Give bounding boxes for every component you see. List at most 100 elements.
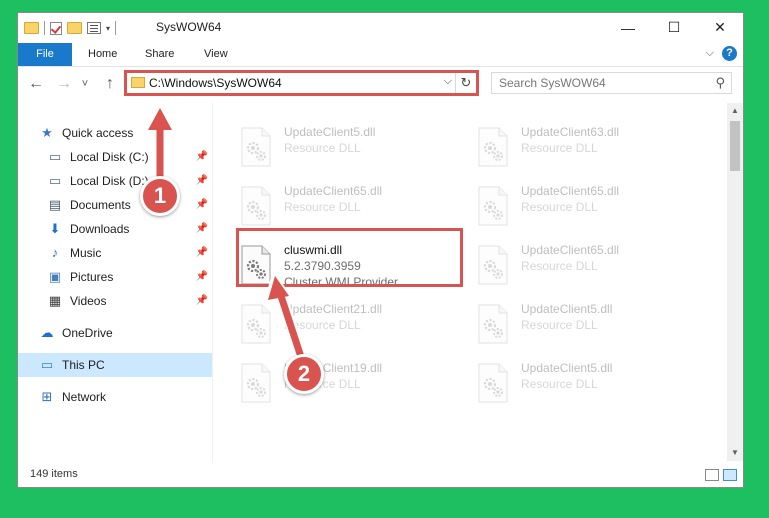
sidebar-item[interactable]: ⊞ Network <box>18 385 212 409</box>
pictures-icon: ▣ <box>48 269 62 284</box>
sidebar-item-label: Local Disk (C:) <box>70 150 149 164</box>
step-badge-1: 1 <box>140 176 180 216</box>
expand-ribbon-icon[interactable]: ⌵ <box>706 47 714 60</box>
search-icon[interactable]: ⚲ <box>715 75 725 91</box>
explorer-window: ▾ SysWOW64 — ☐ ✕ File Home Share View ⌵ … <box>17 12 744 488</box>
file-name: UpdateClient65.dll <box>521 184 620 198</box>
file-item[interactable]: UpdateClient19.dll Resource DLL <box>216 357 446 415</box>
file-detail: Resource DLL <box>521 200 598 214</box>
dll-file-icon <box>240 186 272 226</box>
toolbar-separator <box>44 21 45 35</box>
address-dropdown-icon[interactable]: ⌵ <box>444 75 452 88</box>
back-button[interactable]: ← <box>26 74 46 94</box>
file-item[interactable]: UpdateClient5.dll Resource DLL <box>453 357 683 415</box>
sidebar-item[interactable]: ▭ This PC <box>18 353 212 377</box>
file-name: cluswmi.dll <box>284 243 343 257</box>
details-view-button[interactable] <box>705 469 719 481</box>
document-icon: ▤ <box>48 197 62 212</box>
properties-check-icon[interactable] <box>50 21 62 35</box>
network-icon: ⊞ <box>41 389 53 404</box>
window-title: SysWOW64 <box>156 20 222 34</box>
file-item[interactable]: UpdateClient63.dll Resource DLL <box>453 121 683 179</box>
large-icons-view-button[interactable] <box>723 469 737 481</box>
folder-icon <box>131 77 145 88</box>
pin-icon[interactable]: 📌 <box>196 241 208 265</box>
drive-icon: ▭ <box>48 173 62 188</box>
sidebar-item-label: Local Disk (D:) <box>70 174 149 188</box>
sidebar-item[interactable]: ▭ Local Disk (D:) 📌 <box>18 169 212 193</box>
up-button[interactable]: ↑ <box>100 74 120 94</box>
file-name: UpdateClient5.dll <box>521 361 613 375</box>
sidebar-item[interactable]: ▣ Pictures 📌 <box>18 265 212 289</box>
file-item[interactable]: UpdateClient5.dll Resource DLL <box>216 121 446 179</box>
window-controls: — ☐ ✕ <box>605 13 743 42</box>
navigation-bar: ← → ˅ ↑ C:\Windows\SysWOW64 ⌵ ↻ Search S… <box>18 68 743 99</box>
tab-share[interactable]: Share <box>135 43 184 66</box>
address-bar[interactable]: C:\Windows\SysWOW64 ⌵ ↻ <box>126 72 477 94</box>
file-item[interactable]: UpdateClient65.dll Resource DLL <box>453 239 683 297</box>
address-path[interactable]: C:\Windows\SysWOW64 <box>149 76 282 90</box>
refresh-button[interactable]: ↻ <box>455 73 476 93</box>
file-item[interactable]: UpdateClient65.dll Resource DLL <box>216 180 446 238</box>
file-item[interactable]: UpdateClient21.dll Resource DLL <box>216 298 446 356</box>
forward-button[interactable]: → <box>54 74 74 94</box>
toolbar-dropdown-icon[interactable]: ▾ <box>106 24 110 33</box>
minimize-button[interactable]: — <box>605 13 651 42</box>
sidebar-item[interactable]: ⬇ Downloads 📌 <box>18 217 212 241</box>
folder-icon <box>24 22 39 34</box>
pin-icon[interactable]: 📌 <box>196 193 208 217</box>
search-box[interactable]: Search SysWOW64 ⚲ <box>491 72 732 94</box>
dll-file-icon <box>240 127 272 167</box>
sidebar-item-label: Quick access <box>62 126 134 140</box>
close-button[interactable]: ✕ <box>697 13 743 42</box>
sidebar-item-label: Pictures <box>70 270 114 284</box>
pin-icon[interactable]: 📌 <box>196 217 208 241</box>
file-list: UpdateClient5.dll Resource DLL UpdateClien… <box>216 103 727 461</box>
sidebar-item-label: This PC <box>62 358 105 372</box>
tab-home[interactable]: Home <box>78 43 127 66</box>
step-badge-2: 2 <box>284 354 324 394</box>
vertical-scrollbar[interactable]: ▲ ▼ <box>727 103 743 461</box>
file-item[interactable]: UpdateClient5.dll Resource DLL <box>453 298 683 356</box>
navigation-pane: ★ Quick access ▭ Local Disk (C:) 📌 ▭ Local Dis… <box>18 103 212 463</box>
sidebar-item[interactable]: ▦ Videos 📌 <box>18 289 212 313</box>
pin-icon[interactable]: 📌 <box>196 145 208 169</box>
toolbar-separator <box>115 21 117 35</box>
quick-access-toolbar: ▾ <box>24 19 117 37</box>
dll-file-icon <box>477 304 509 344</box>
sidebar-item[interactable]: ☁ OneDrive <box>18 321 212 345</box>
sidebar-item[interactable]: ▤ Documents 📌 <box>18 193 212 217</box>
pin-icon[interactable]: 📌 <box>196 169 208 193</box>
help-icon[interactable]: ? <box>722 46 737 61</box>
pin-icon[interactable]: 📌 <box>196 265 208 289</box>
cloud-icon: ☁ <box>40 325 54 340</box>
sidebar-item[interactable]: ★ Quick access <box>18 121 212 145</box>
ribbon-right: ⌵ ? <box>706 46 737 61</box>
maximize-button[interactable]: ☐ <box>651 13 697 42</box>
tab-view[interactable]: View <box>194 43 238 66</box>
sidebar-item[interactable]: ▭ Local Disk (C:) 📌 <box>18 145 212 169</box>
scroll-up-arrow[interactable]: ▲ <box>727 103 743 119</box>
scroll-thumb[interactable] <box>730 121 740 171</box>
customize-toolbar-icon[interactable] <box>87 22 101 34</box>
file-detail: Resource DLL <box>284 141 361 155</box>
file-name: UpdateClient5.dll <box>284 125 376 139</box>
sidebar-item[interactable]: ♪ Music 📌 <box>18 241 212 265</box>
tab-file[interactable]: File <box>18 43 72 66</box>
search-input[interactable]: Search SysWOW64 <box>499 76 606 90</box>
sidebar-item-label: Network <box>62 390 107 404</box>
file-name: UpdateClient63.dll <box>521 125 620 139</box>
pane-divider[interactable] <box>212 103 213 463</box>
file-item[interactable]: UpdateClient65.dll Resource DLL <box>453 180 683 238</box>
recent-locations-button[interactable]: ˅ <box>78 74 92 94</box>
view-switcher <box>705 469 737 481</box>
scroll-down-arrow[interactable]: ▼ <box>727 445 743 461</box>
pin-icon[interactable]: 📌 <box>196 289 208 313</box>
file-name: UpdateClient21.dll <box>284 302 383 316</box>
sidebar-item-label: OneDrive <box>62 326 113 340</box>
dll-file-icon <box>477 186 509 226</box>
music-icon: ♪ <box>51 245 59 260</box>
title-bar: ▾ SysWOW64 — ☐ ✕ <box>18 13 743 42</box>
file-item[interactable]: cluswmi.dll 5.2.3790.3959 Cluster WMI Prov… <box>216 239 446 297</box>
new-folder-icon[interactable] <box>67 22 82 34</box>
